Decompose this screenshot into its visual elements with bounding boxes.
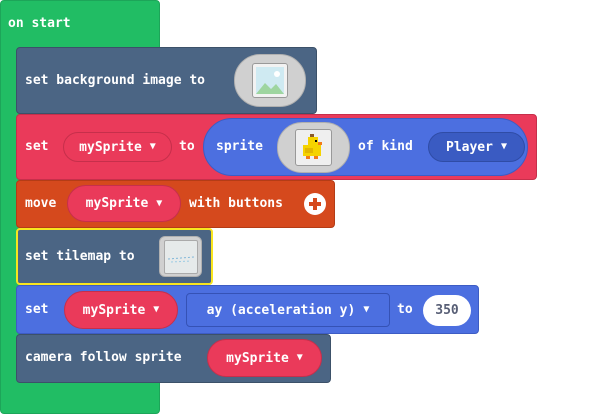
tilemap-picker[interactable] [159, 236, 202, 277]
variable-name: mySprite [79, 139, 142, 155]
duck-sprite-icon [295, 129, 332, 166]
move-label: move [25, 196, 57, 211]
sprite-image-picker[interactable] [277, 122, 350, 173]
set-tilemap-label: set tilemap to [25, 249, 135, 264]
background-image-picker[interactable] [234, 54, 306, 107]
camera-follow-label: camera follow sprite [25, 350, 182, 365]
value-input[interactable]: 350 [423, 295, 471, 326]
kind-value: Player [446, 139, 493, 155]
sprite-variable-dropdown[interactable]: mySprite ▼ [63, 132, 172, 162]
tilemap-icon [164, 240, 198, 274]
kind-dropdown[interactable]: Player ▼ [428, 132, 525, 162]
variable-name: mySprite [82, 302, 146, 318]
duck-sprite-svg [303, 134, 322, 159]
value-text: 350 [435, 303, 459, 318]
of-kind-label: of kind [358, 139, 413, 154]
to-label: to [179, 139, 195, 154]
chevron-down-icon: ▼ [153, 304, 160, 315]
plus-vertical [313, 198, 317, 210]
on-start-label: on start [8, 16, 71, 31]
set-background-label: set background image to [25, 73, 206, 88]
variable-name: mySprite [226, 350, 289, 366]
property-dropdown[interactable]: ay (acceleration y) ▼ [186, 293, 390, 327]
move-variable-dropdown[interactable]: mySprite ▼ [67, 185, 181, 222]
property-variable-dropdown[interactable]: mySprite ▼ [64, 291, 178, 329]
chevron-down-icon: ▼ [296, 352, 303, 363]
camera-variable-dropdown[interactable]: mySprite ▼ [207, 339, 322, 377]
image-icon-svg [256, 67, 284, 94]
chevron-down-icon: ▼ [363, 304, 370, 315]
sprite-label: sprite [216, 139, 263, 154]
to-label: to [397, 302, 413, 317]
chevron-down-icon: ▼ [149, 141, 156, 152]
plus-circle-icon[interactable] [304, 193, 326, 215]
set-label: set [25, 302, 49, 317]
with-buttons-label: with buttons [189, 196, 283, 211]
variable-name: mySprite [85, 196, 149, 211]
set-label: set [25, 139, 49, 154]
chevron-down-icon: ▼ [156, 197, 163, 209]
image-icon [252, 63, 288, 98]
tilemap-icon-svg [167, 256, 195, 263]
property-name: ay (acceleration y) [206, 302, 356, 318]
chevron-down-icon: ▼ [500, 141, 507, 152]
